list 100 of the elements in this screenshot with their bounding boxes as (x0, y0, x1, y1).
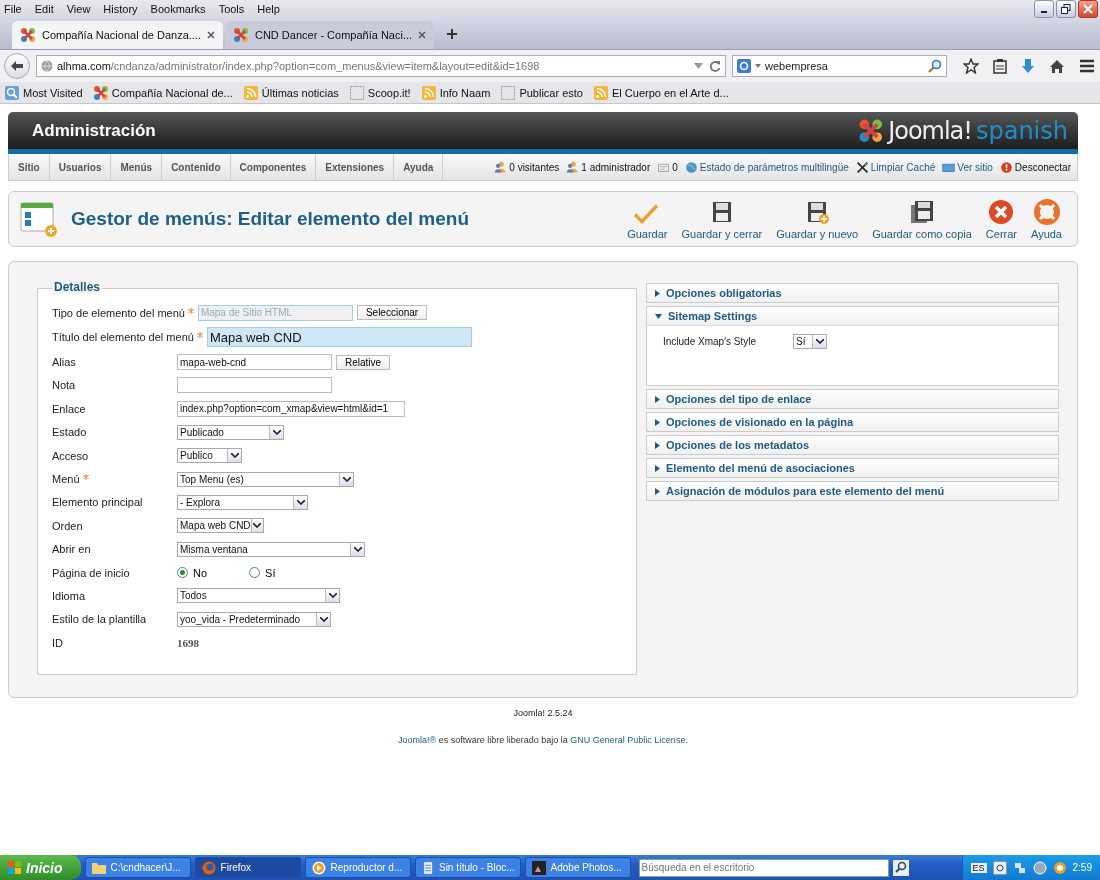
joomla-icon (233, 27, 249, 43)
field-label: Orden (52, 519, 84, 532)
status-link[interactable]: Ver sitio (942, 160, 993, 174)
toolbar-button[interactable]: Guardar como copia (865, 198, 979, 240)
bookmark-link[interactable]: Publicar esto (500, 84, 583, 101)
input-field[interactable]: Mapa web CND (206, 327, 472, 348)
close-icon[interactable] (418, 31, 427, 39)
language-indicator[interactable]: ES (970, 862, 987, 873)
menu-item[interactable]: History (103, 3, 138, 15)
select-field[interactable]: Sí (793, 334, 827, 349)
expand-triangle-icon (655, 395, 660, 403)
network-icon[interactable] (1012, 860, 1027, 875)
search-icon[interactable] (928, 59, 942, 73)
close-button[interactable] (1078, 0, 1098, 18)
browser-tab[interactable]: Compañía Nacional de Danza.... (12, 21, 223, 49)
taskbar-button[interactable]: Adobe Photos... (524, 857, 631, 878)
browser-tab[interactable]: CND Dancer - Compañía Naci... (225, 21, 435, 49)
tray-app-icon[interactable] (1032, 860, 1047, 875)
taskbar-button[interactable]: Sin título - Bloc... (414, 857, 521, 878)
search-icon[interactable] (892, 859, 909, 876)
users-icon (494, 160, 508, 174)
select-field[interactable]: Misma ventana (177, 541, 365, 557)
status-link[interactable]: Limpiar Caché (855, 160, 936, 174)
admin-menu-item[interactable]: Ayuda (394, 153, 444, 181)
taskbar-button[interactable]: Firefox (194, 857, 301, 878)
new-tab-icon[interactable] (446, 28, 459, 40)
expand-triangle-icon (655, 464, 660, 472)
menu-item[interactable]: Tools (218, 3, 245, 15)
reload-icon[interactable] (709, 60, 721, 72)
admin-menu-item[interactable]: Componentes (230, 153, 317, 181)
desktop-search-field[interactable]: Búsqueda en el escritorio (638, 858, 889, 877)
clipboard-icon[interactable] (993, 58, 1007, 74)
taskbar-button[interactable]: C:\cndhacer\J... (84, 857, 191, 878)
restore-button[interactable] (1056, 0, 1076, 18)
dropdown-icon[interactable] (694, 63, 703, 69)
radio-option[interactable]: No (177, 566, 208, 579)
joomla-icon (92, 84, 109, 101)
select-field[interactable]: yoo_vida - Predeterminado (177, 611, 331, 627)
home-icon[interactable] (1049, 58, 1065, 74)
star-icon[interactable] (963, 58, 979, 74)
toolbar-button[interactable]: Guardar y nuevo (769, 198, 866, 240)
required-asterisk-icon (196, 332, 203, 339)
status-item: 1 administrador (566, 160, 651, 174)
form-button[interactable]: Relative (336, 354, 391, 370)
select-field[interactable]: Mapa web CND (177, 518, 264, 534)
select-field[interactable]: Publico (177, 448, 242, 464)
admin-menu-item[interactable]: Sitio (9, 153, 50, 181)
menu-icon[interactable] (1079, 59, 1095, 73)
input-field[interactable]: mapa-web-cnd (177, 354, 332, 371)
select-field[interactable]: Todos (177, 588, 340, 604)
search-field[interactable]: webempresa (732, 55, 947, 77)
bookmark-link[interactable]: Últimas noticias (242, 84, 339, 101)
field-label: ID (52, 636, 64, 649)
menu-item[interactable]: Help (257, 3, 280, 15)
back-arrow-icon (10, 60, 24, 72)
back-button[interactable] (4, 53, 30, 79)
bookmark-link[interactable]: Most Visited (4, 84, 83, 101)
close-icon (1083, 4, 1093, 14)
close-icon[interactable] (207, 31, 215, 39)
required-asterisk-icon (82, 474, 89, 481)
menu-item[interactable]: View (66, 3, 91, 15)
select-field[interactable]: Top Menu (es) (177, 471, 354, 487)
taskbar-button[interactable]: Reproductor d... (304, 857, 411, 878)
bookmark-link[interactable]: El Cuerpo en el Arte d... (593, 84, 729, 101)
expand-triangle-icon (655, 487, 660, 495)
download-icon[interactable] (1021, 58, 1035, 74)
admin-menu-item[interactable]: Usuarios (49, 153, 112, 181)
admin-menu-item[interactable]: Extensiones (316, 153, 395, 181)
radio-option[interactable]: Sí (249, 566, 276, 579)
toolbar-button[interactable]: Guardar y cerrar (674, 198, 770, 240)
floppy-disk-icon (909, 198, 935, 225)
address-bar[interactable]: alhma.com/cndanza/administrator/index.php?option=com_menus&view=item&layout=edit&id=1698 (36, 55, 726, 77)
input-field[interactable]: index.php?option=com_xmap&view=html&id=1 (177, 400, 405, 417)
fieldset-legend: Detalles (52, 280, 103, 294)
users-icon (566, 160, 580, 174)
toolbar-button[interactable]: Cerrar (978, 198, 1024, 240)
menu-item[interactable]: File (4, 3, 22, 15)
input-field[interactable] (177, 377, 332, 394)
logout-icon (999, 160, 1013, 174)
minimize-button[interactable] (1034, 0, 1054, 18)
admin-title: Administración (32, 120, 156, 141)
field-value: 1698 (177, 636, 199, 649)
admin-menu-item[interactable]: Menús (111, 153, 163, 181)
status-link[interactable]: Estado de parámetros multilingüe (684, 160, 849, 174)
status-item: 0 visitantes (494, 160, 560, 174)
toolbar-button[interactable]: Ayuda (1024, 198, 1069, 240)
admin-menu-item[interactable]: Contenido (162, 153, 231, 181)
license-link[interactable]: Joomla!® (398, 735, 437, 745)
notepad-icon (420, 859, 435, 876)
menu-item[interactable]: Edit (34, 3, 54, 15)
select-field[interactable]: - Explora (177, 494, 308, 510)
logo-text: spanish (975, 116, 1068, 145)
tray-app-icon[interactable] (1052, 860, 1067, 875)
field-label: Idioma (52, 590, 87, 602)
bookmark-link[interactable]: Info Naam (420, 84, 491, 101)
bookmark-link[interactable]: Compañía Nacional de... (92, 84, 233, 101)
toolbar-button[interactable]: Guardar (620, 198, 675, 240)
select-field[interactable]: Publicado (177, 424, 284, 440)
bookmark-link[interactable]: Scoop.it! (348, 84, 411, 101)
menu-item[interactable]: Bookmarks (150, 3, 206, 15)
